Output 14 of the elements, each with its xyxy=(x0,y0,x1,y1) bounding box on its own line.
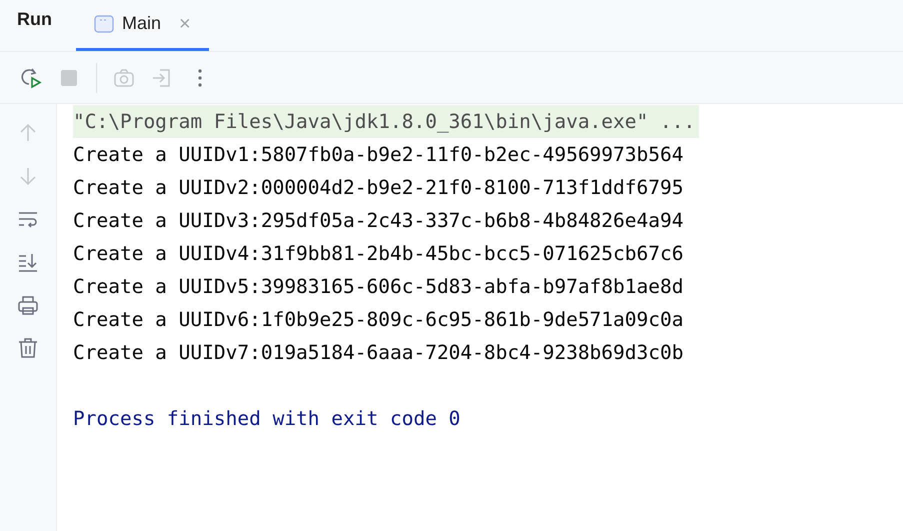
output-line: Create a UUIDv1:5807fb0a-b9e2-11f0-b2ec-49569973b564 xyxy=(73,142,684,168)
printer-icon[interactable] xyxy=(17,294,39,316)
rerun-icon[interactable] xyxy=(20,66,42,88)
output-line: Create a UUIDv5:39983165-606c-5d83-abfa-b97af8b1ae8d xyxy=(73,274,684,300)
output-line: Create a UUIDv2:000004d2-b9e2-21f0-8100-713f1ddf6795 xyxy=(73,175,684,201)
exit-message: Process finished with exit code 0 xyxy=(73,406,460,432)
scroll-end-icon[interactable] xyxy=(17,251,39,273)
output-line: Create a UUIDv4:31f9bb81-2b4b-45bc-bcc5-071625cb67c6 xyxy=(73,241,684,267)
window-icon xyxy=(94,14,114,32)
output-line: Create a UUIDv6:1f0b9e25-809c-6c95-861b-9de571a09c0a xyxy=(73,307,684,333)
output-line: Create a UUIDv3:295df05a-2c43-337c-b6b8-4b84826e4a94 xyxy=(73,208,684,234)
output-line: Create a UUIDv7:019a5184-6aaa-7204-8bc4-9238b69d3c0b xyxy=(73,340,684,366)
panel-title: Run xyxy=(17,8,52,31)
trash-icon[interactable] xyxy=(17,337,39,359)
